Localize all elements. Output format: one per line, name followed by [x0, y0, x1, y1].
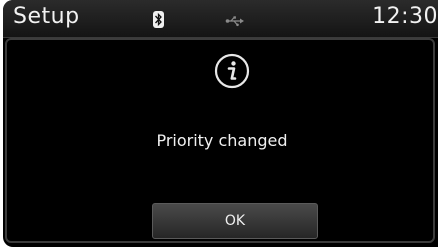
ok-button[interactable]: OK: [152, 203, 318, 239]
head-unit-screen: Setup 12:30 Priority changed OK: [3, 0, 438, 247]
dialog-message: Priority changed: [156, 131, 288, 150]
info-icon: [214, 53, 250, 89]
status-bar: Setup 12:30: [3, 0, 438, 38]
ok-button-label: OK: [224, 213, 246, 229]
notification-dialog: Priority changed OK: [5, 38, 435, 243]
bluetooth-icon: [153, 11, 164, 28]
usb-icon: [225, 12, 245, 27]
screen-title: Setup: [13, 4, 80, 29]
clock: 12:30: [372, 4, 438, 29]
